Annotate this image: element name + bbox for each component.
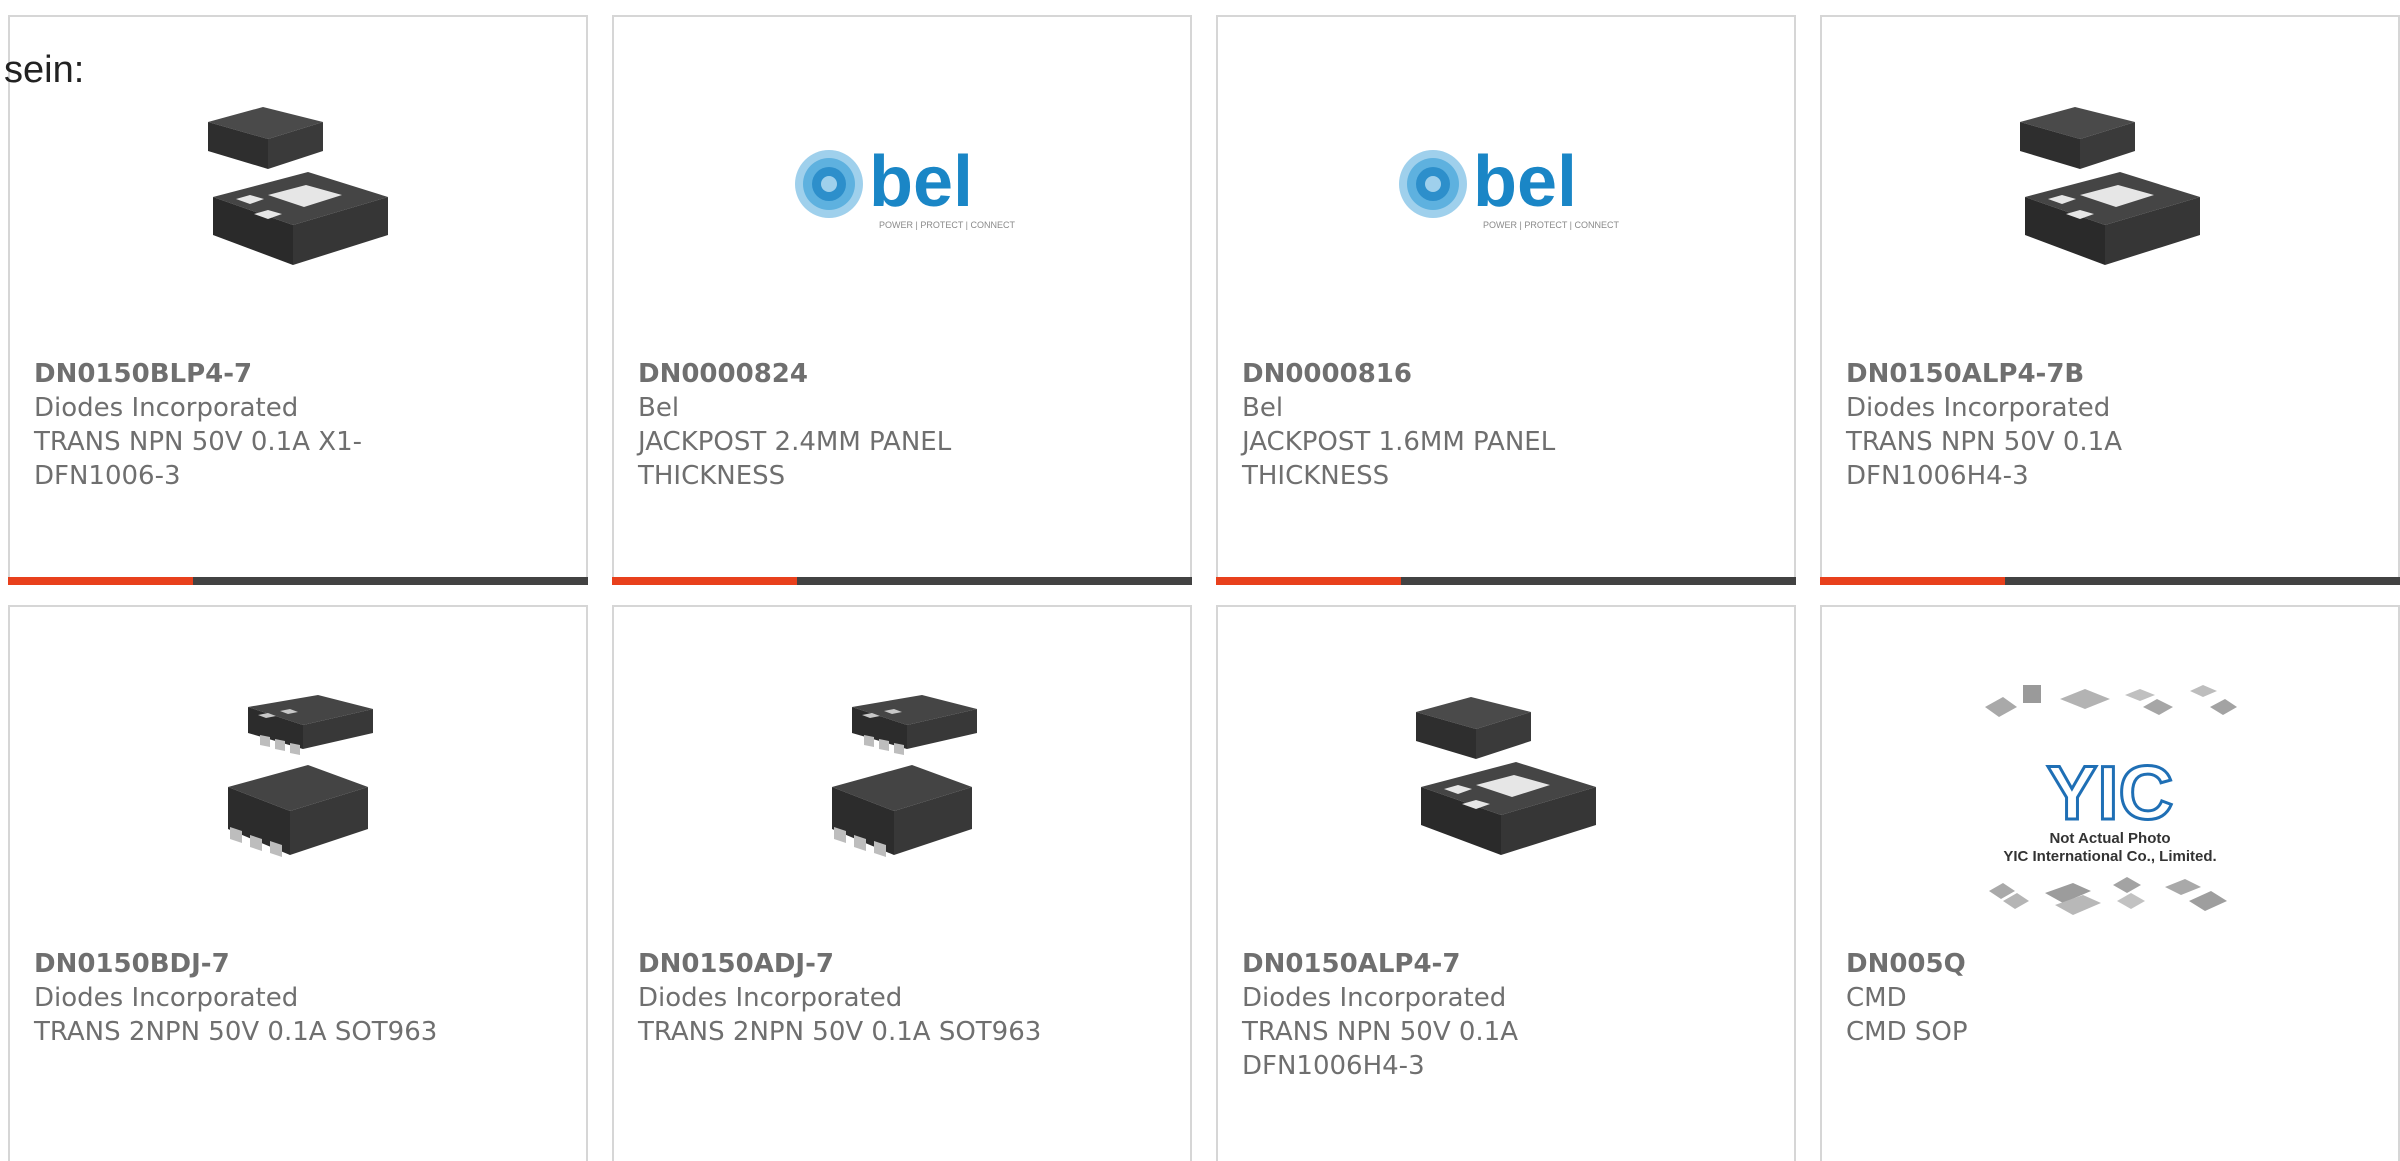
description: CMD SOP <box>1846 1017 1968 1047</box>
svg-text:bel: bel <box>1473 142 1577 222</box>
manufacturer: Diodes Incorporated <box>1242 983 1507 1013</box>
part-number[interactable]: DN0150BLP4-7 <box>34 357 562 391</box>
product-card[interactable]: DN0150BDJ-7 Diodes Incorporated TRANS 2N… <box>8 605 588 1161</box>
bel-logo-icon: bel POWER | PROTECT | CONNECT <box>795 142 1016 230</box>
intro-text: sein: <box>4 49 85 91</box>
description: JACKPOST 1.6MM PANEL THICKNESS <box>1242 427 1556 491</box>
product-image[interactable]: bel POWER | PROTECT | CONNECT <box>614 77 1190 297</box>
dfn-package-icon <box>2020 107 2200 265</box>
manufacturer: Diodes Incorporated <box>34 393 299 423</box>
card-accent-bar <box>8 577 588 585</box>
svg-text:YIC: YIC <box>2047 751 2174 836</box>
product-card[interactable]: YIC Not Actual Photo YIC International C… <box>1820 605 2400 1161</box>
product-image[interactable] <box>1218 667 1794 887</box>
product-card[interactable]: bel POWER | PROTECT | CONNECT DN0000824 … <box>612 15 1192 585</box>
manufacturer: CMD <box>1846 983 1907 1013</box>
card-accent-bar <box>1820 577 2400 585</box>
product-card[interactable]: DN0150ADJ-7 Diodes Incorporated TRANS 2N… <box>612 605 1192 1161</box>
sot963-package-icon <box>228 695 373 857</box>
product-image[interactable] <box>10 667 586 887</box>
product-card[interactable]: DN0150ALP4-7 Diodes Incorporated TRANS N… <box>1216 605 1796 1161</box>
manufacturer: Bel <box>1242 393 1284 423</box>
svg-text:POWER | PROTECT | CONNECT: POWER | PROTECT | CONNECT <box>1483 220 1620 230</box>
product-card[interactable]: DN0150ALP4-7B Diodes Incorporated TRANS … <box>1820 15 2400 585</box>
part-number[interactable]: DN0000816 <box>1242 357 1770 391</box>
product-image[interactable]: bel POWER | PROTECT | CONNECT <box>1218 77 1794 297</box>
description: TRANS NPN 50V 0.1A DFN1006H4-3 <box>1846 427 2123 491</box>
card-accent-bar <box>1216 577 1796 585</box>
description: TRANS 2NPN 50V 0.1A SOT963 <box>638 1017 1042 1047</box>
part-number[interactable]: DN0150BDJ-7 <box>34 947 562 981</box>
part-number[interactable]: DN0150ALP4-7B <box>1846 357 2374 391</box>
bel-logo-icon: bel POWER | PROTECT | CONNECT <box>1399 142 1620 230</box>
product-image[interactable] <box>1822 77 2398 297</box>
yic-placeholder-icon: YIC Not Actual Photo YIC International C… <box>1985 685 2237 915</box>
svg-text:Not Actual Photo: Not Actual Photo <box>2049 830 2170 847</box>
sot963-package-icon <box>832 695 977 857</box>
manufacturer: Diodes Incorporated <box>1846 393 2111 423</box>
description: TRANS NPN 50V 0.1A DFN1006H4-3 <box>1242 1017 1519 1081</box>
part-number[interactable]: DN0000824 <box>638 357 1166 391</box>
part-number[interactable]: DN005Q <box>1846 947 2374 981</box>
manufacturer: Diodes Incorporated <box>34 983 299 1013</box>
svg-text:YIC International Co., Limited: YIC International Co., Limited. <box>2003 848 2216 865</box>
product-image[interactable]: YIC Not Actual Photo YIC International C… <box>1822 679 2398 919</box>
part-number[interactable]: DN0150ADJ-7 <box>638 947 1166 981</box>
description: TRANS NPN 50V 0.1A X1-DFN1006-3 <box>34 427 363 491</box>
manufacturer: Bel <box>638 393 680 423</box>
product-card[interactable]: DN0150BLP4-7 Diodes Incorporated TRANS N… <box>8 15 588 585</box>
dfn-package-icon <box>1416 697 1596 855</box>
manufacturer: Diodes Incorporated <box>638 983 903 1013</box>
description: TRANS 2NPN 50V 0.1A SOT963 <box>34 1017 438 1047</box>
svg-text:POWER | PROTECT | CONNECT: POWER | PROTECT | CONNECT <box>879 220 1016 230</box>
card-accent-bar <box>612 577 1192 585</box>
dfn-package-icon <box>208 107 388 265</box>
svg-text:bel: bel <box>869 142 973 222</box>
product-image[interactable] <box>10 77 586 297</box>
part-number[interactable]: DN0150ALP4-7 <box>1242 947 1770 981</box>
product-image[interactable] <box>614 667 1190 887</box>
product-card[interactable]: bel POWER | PROTECT | CONNECT DN0000816 … <box>1216 15 1796 585</box>
description: JACKPOST 2.4MM PANEL THICKNESS <box>638 427 952 491</box>
